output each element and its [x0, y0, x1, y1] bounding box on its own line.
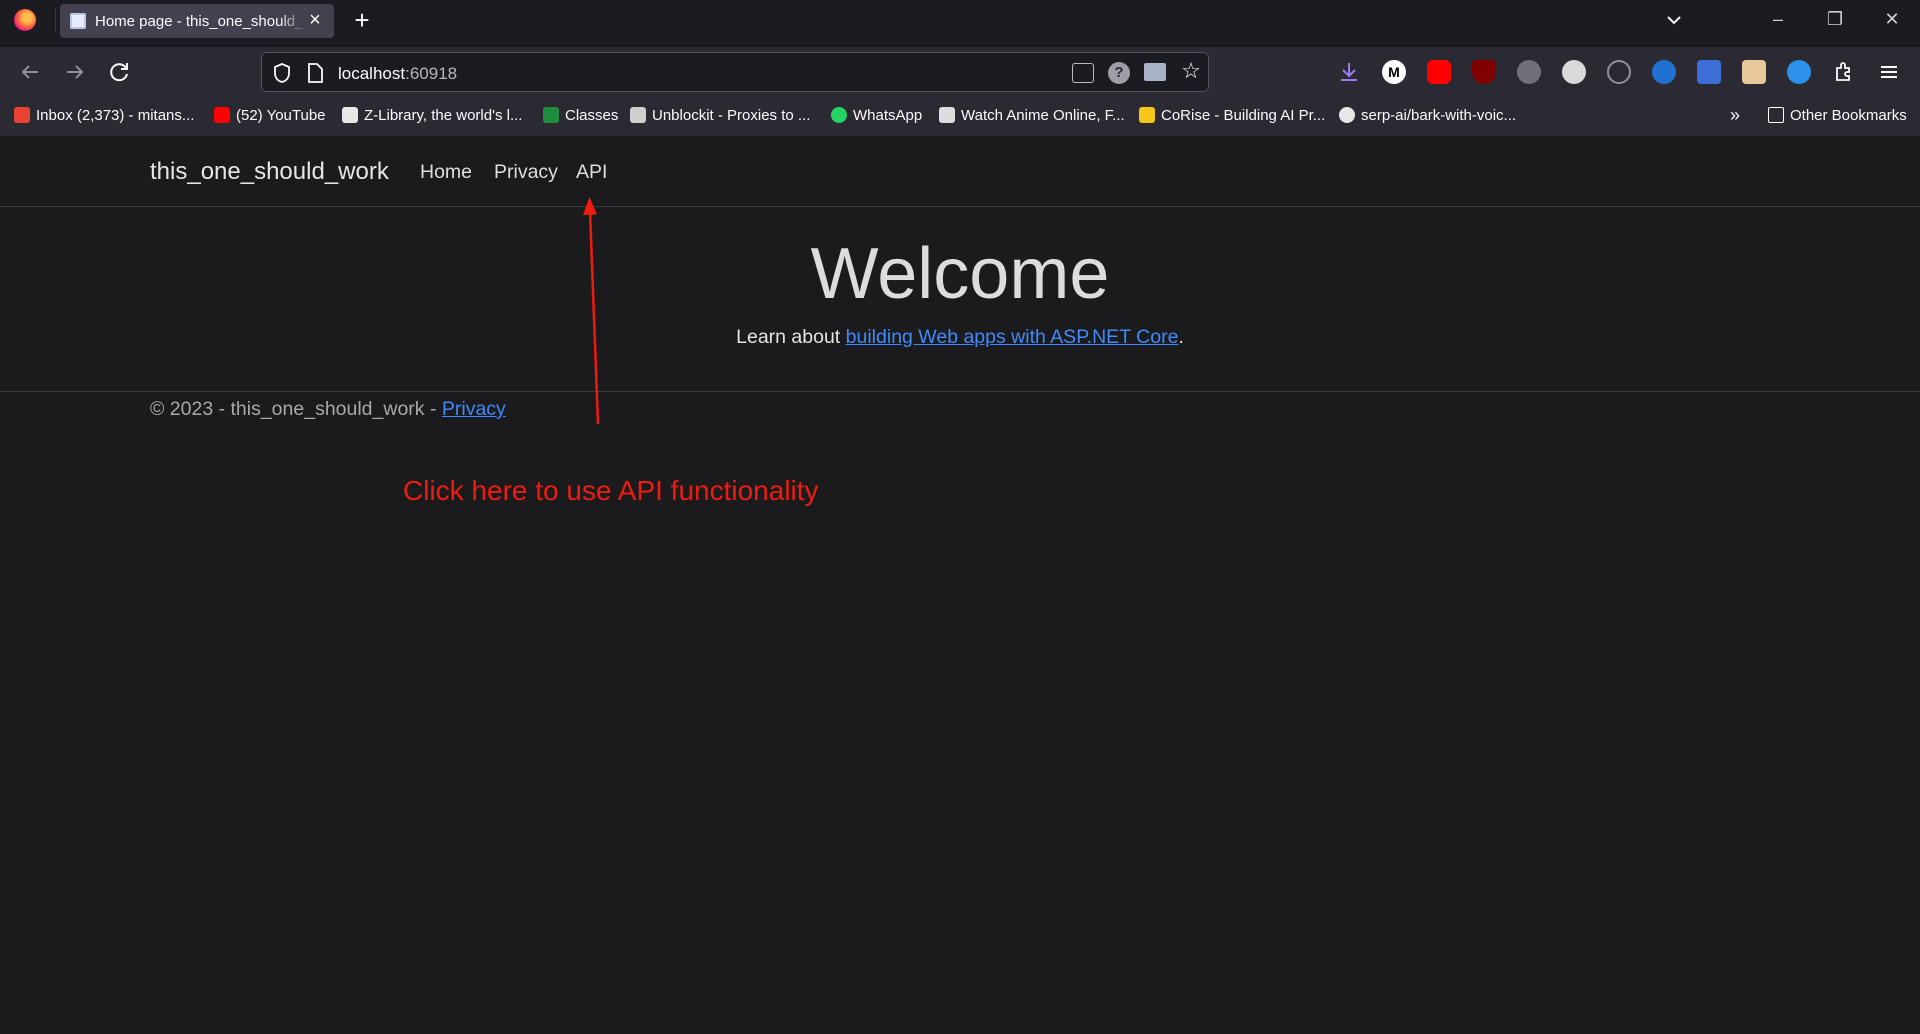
bookmark-gmail[interactable]: Inbox (2,373) - mitans... [14, 107, 194, 127]
url-host: localhost [338, 64, 406, 83]
bookmarks-bar: Inbox (2,373) - mitans... (52) YouTube Z… [0, 97, 1920, 136]
bookmark-classes[interactable]: Classes [543, 107, 618, 127]
url-text[interactable]: localhost:60918 [338, 64, 457, 84]
blue-extension-icon[interactable] [1787, 60, 1811, 84]
firefox-logo-icon[interactable] [14, 9, 36, 31]
bookmark-label: CoRise - Building AI Pr... [1161, 107, 1326, 124]
minimize-icon[interactable]: – [1758, 4, 1798, 34]
other-bookmarks-label: Other Bookmarks [1790, 107, 1907, 124]
folder-icon [1768, 107, 1784, 123]
annotation-text: Click here to use API functionality [403, 475, 819, 506]
url-port: :60918 [405, 64, 458, 83]
screen-share-icon[interactable] [1144, 63, 1166, 81]
footer-divider [0, 391, 1920, 392]
bookmark-unblockit[interactable]: Unblockit - Proxies to ... [630, 107, 810, 127]
page-content: this_one_should_work Home Privacy API We… [0, 136, 1920, 1034]
restore-icon[interactable]: ❐ [1815, 4, 1855, 34]
shield-icon[interactable] [272, 62, 292, 84]
bookmark-anime[interactable]: Watch Anime Online, F... [939, 107, 1125, 127]
bookmark-star-icon[interactable]: ☆ [1179, 59, 1203, 83]
tab-separator [55, 8, 56, 32]
nav-home-link[interactable]: Home [420, 161, 472, 184]
bookmark-zlibrary[interactable]: Z-Library, the world's l... [342, 107, 522, 127]
tab-strip: Home page - this_one_should_work × + – ❐… [0, 0, 1920, 47]
translate-extension-icon[interactable] [1697, 60, 1721, 84]
footer-copyright: © 2023 - this_one_should_work - [150, 398, 442, 420]
ublock-origin-icon[interactable] [1472, 60, 1496, 84]
back-icon[interactable] [16, 58, 44, 86]
aspnet-docs-link[interactable]: building Web apps with ASP.NET Core [846, 326, 1179, 348]
forward-icon[interactable] [61, 58, 89, 86]
browser-toolbar: localhost:60918 ? ☆ M [0, 47, 1920, 97]
url-bar[interactable]: localhost:60918 ? ☆ [261, 52, 1209, 92]
bookmark-label: Watch Anime Online, F... [961, 107, 1125, 124]
bookmark-corise[interactable]: CoRise - Building AI Pr... [1139, 107, 1325, 127]
translate-page-icon[interactable] [1072, 63, 1094, 83]
check-extension-icon[interactable] [1607, 60, 1631, 84]
bookmarks-overflow-icon[interactable]: » [1730, 105, 1740, 125]
bookmark-whatsapp[interactable]: WhatsApp [831, 107, 922, 127]
annotation-arrow [583, 197, 600, 425]
spy-extension-icon[interactable] [1517, 60, 1541, 84]
footer-privacy-link[interactable]: Privacy [442, 398, 506, 420]
character-extension-icon[interactable] [1742, 60, 1766, 84]
reload-icon[interactable] [106, 58, 134, 86]
bookmark-label: Unblockit - Proxies to ... [652, 107, 811, 124]
site-navbar: this_one_should_work Home Privacy API [0, 136, 1920, 207]
whatsapp-icon [831, 107, 847, 123]
zlibrary-icon [342, 107, 358, 123]
github-icon [1339, 107, 1355, 123]
bookmark-label: Z-Library, the world's l... [364, 107, 523, 124]
tab-home-page[interactable]: Home page - this_one_should_work × [60, 4, 334, 38]
gmail-icon [14, 107, 30, 123]
menu-icon[interactable] [1877, 60, 1901, 84]
extensions-puzzle-icon[interactable] [1832, 60, 1856, 84]
other-bookmarks[interactable]: Other Bookmarks [1768, 107, 1907, 127]
help-icon[interactable]: ? [1108, 62, 1130, 84]
site-brand[interactable]: this_one_should_work [150, 158, 389, 186]
close-window-icon[interactable]: ✕ [1872, 4, 1912, 34]
bookmark-label: Classes [565, 107, 619, 124]
bookmark-github[interactable]: serp-ai/bark-with-voic... [1339, 107, 1516, 127]
bookmark-label: (52) YouTube [236, 107, 326, 124]
new-tab-icon[interactable]: + [350, 6, 374, 34]
bookmark-label: Inbox (2,373) - mitans... [36, 107, 195, 124]
nav-api-link[interactable]: API [576, 161, 607, 184]
corise-icon [1139, 107, 1155, 123]
downloads-icon[interactable] [1337, 60, 1361, 84]
medium-extension-icon[interactable]: M [1382, 60, 1406, 84]
classroom-icon [543, 107, 559, 123]
nav-privacy-link[interactable]: Privacy [494, 161, 558, 184]
welcome-heading: Welcome [810, 234, 1110, 314]
youtube-extension-icon[interactable] [1427, 60, 1451, 84]
bookmark-youtube[interactable]: (52) YouTube [214, 107, 326, 127]
learn-suffix: . [1178, 326, 1184, 348]
page-icon[interactable] [306, 62, 324, 84]
tab-close-icon[interactable]: × [304, 9, 326, 31]
learn-prefix: Learn about [736, 326, 846, 348]
anime-icon [939, 107, 955, 123]
extension-icon[interactable] [1562, 60, 1586, 84]
youtube-icon [214, 107, 230, 123]
footer: © 2023 - this_one_should_work - Privacy [150, 398, 506, 421]
bookmark-label: WhatsApp [853, 107, 923, 124]
unblockit-icon [630, 107, 646, 123]
chevron-down-icon[interactable] [1660, 8, 1688, 32]
page-favicon-icon [70, 13, 86, 29]
learn-paragraph: Learn about building Web apps with ASP.N… [0, 326, 1920, 349]
tab-title: Home page - this_one_should_work [95, 13, 305, 30]
bookmark-label: serp-ai/bark-with-voic... [1361, 107, 1517, 124]
vpn-extension-icon[interactable] [1652, 60, 1676, 84]
